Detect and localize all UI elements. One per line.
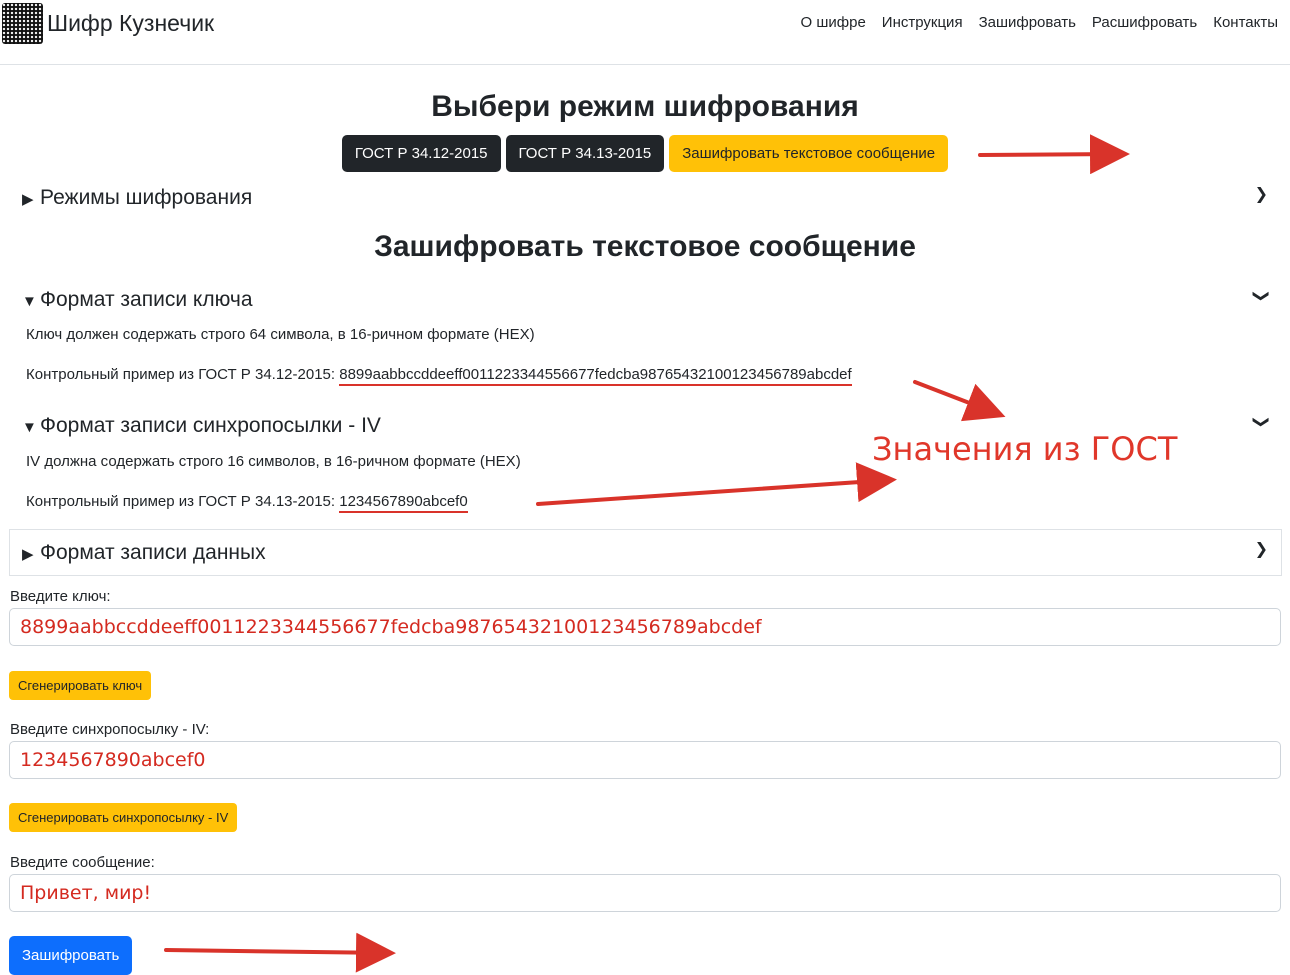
details-label: Формат записи ключа bbox=[40, 288, 253, 311]
caret-down-icon: ▼ bbox=[22, 293, 37, 310]
iv-format-description: IV должна содержать строго 16 символов, … bbox=[26, 453, 521, 470]
details-encryption-modes[interactable]: ▶ Режимы шифрования bbox=[22, 186, 252, 210]
navbar: Шифр Кузнечик О шифре Инструкция Зашифро… bbox=[0, 0, 1290, 65]
key-example-value: 8899aabbccddeeff0011223344556677fedcba98… bbox=[339, 366, 852, 386]
key-example-prefix: Контрольный пример из ГОСТ Р 34.12-2015: bbox=[26, 366, 336, 383]
details-iv-format[interactable]: ▼ Формат записи синхропосылки - IV bbox=[22, 414, 381, 438]
nav-item-encrypt[interactable]: Зашифровать bbox=[979, 14, 1076, 31]
iv-input[interactable]: 1234567890abcef0 bbox=[9, 741, 1281, 779]
chevron-right-icon[interactable]: ❯ bbox=[1255, 539, 1268, 559]
key-input[interactable]: 8899aabbccddeeff0011223344556677fedcba98… bbox=[9, 608, 1281, 646]
iv-example-line: Контрольный пример из ГОСТ Р 34.13-2015:… bbox=[26, 493, 468, 513]
nav-item-decrypt[interactable]: Расшифровать bbox=[1092, 14, 1197, 31]
chevron-down-icon[interactable]: ❯ bbox=[1251, 415, 1271, 428]
key-format-description: Ключ должен содержать строго 64 символа,… bbox=[26, 326, 535, 343]
iv-label: Введите синхропосылку - IV: bbox=[10, 721, 210, 738]
generate-key-button[interactable]: Сгенерировать ключ bbox=[9, 671, 152, 700]
nav-item-instructions[interactable]: Инструкция bbox=[882, 14, 963, 31]
section-title: Зашифровать текстовое сообщение bbox=[374, 230, 916, 263]
iv-example-value: 1234567890abcef0 bbox=[339, 493, 468, 513]
key-label: Введите ключ: bbox=[10, 588, 111, 605]
message-input[interactable]: Привет, мир! bbox=[9, 874, 1281, 912]
caret-down-icon: ▼ bbox=[22, 419, 37, 436]
caret-right-icon: ▶ bbox=[22, 191, 34, 208]
chevron-down-icon[interactable]: ❯ bbox=[1251, 289, 1271, 302]
mode-button-gost-3412[interactable]: ГОСТ Р 34.12-2015 bbox=[341, 135, 501, 172]
noise-logo-icon[interactable] bbox=[2, 3, 43, 44]
brand-title[interactable]: Шифр Кузнечик bbox=[47, 10, 214, 37]
annotation-gost-values: Значения из ГОСТ bbox=[872, 430, 1178, 468]
key-input-value: 8899aabbccddeeff0011223344556677fedcba98… bbox=[20, 616, 762, 638]
caret-right-icon: ▶ bbox=[22, 546, 34, 563]
details-label: Формат записи синхропосылки - IV bbox=[40, 414, 381, 437]
details-data-format[interactable]: ▶ Формат записи данных bbox=[22, 541, 266, 565]
mode-title: Выбери режим шифрования bbox=[431, 90, 859, 123]
arrow-to-encrypt-button bbox=[164, 932, 396, 973]
arrow-to-key-example bbox=[913, 380, 1006, 422]
message-label: Введите сообщение: bbox=[10, 854, 155, 871]
key-example-line: Контрольный пример из ГОСТ Р 34.12-2015:… bbox=[26, 366, 852, 386]
nav-item-contacts[interactable]: Контакты bbox=[1213, 14, 1278, 31]
nav-menu: О шифре Инструкция Зашифровать Расшифров… bbox=[801, 14, 1278, 31]
details-key-format[interactable]: ▼ Формат записи ключа bbox=[22, 288, 253, 312]
details-label: Формат записи данных bbox=[40, 541, 266, 564]
generate-iv-button[interactable]: Сгенерировать синхропосылку - IV bbox=[9, 803, 238, 832]
iv-example-prefix: Контрольный пример из ГОСТ Р 34.13-2015: bbox=[26, 493, 336, 510]
message-input-value: Привет, мир! bbox=[20, 882, 152, 904]
mode-button-gost-3413[interactable]: ГОСТ Р 34.13-2015 bbox=[505, 135, 665, 172]
nav-item-about[interactable]: О шифре bbox=[801, 14, 866, 31]
details-label: Режимы шифрования bbox=[40, 186, 253, 209]
mode-button-encrypt-text[interactable]: Зашифровать текстовое сообщение bbox=[669, 135, 949, 172]
encrypt-submit-button[interactable]: Зашифровать bbox=[9, 936, 133, 975]
iv-input-value: 1234567890abcef0 bbox=[20, 749, 206, 771]
chevron-right-icon[interactable]: ❯ bbox=[1255, 184, 1268, 204]
mode-buttons: ГОСТ Р 34.12-2015 ГОСТ Р 34.13-2015 Заши… bbox=[0, 135, 1290, 172]
arrow-to-iv-example bbox=[536, 462, 897, 506]
